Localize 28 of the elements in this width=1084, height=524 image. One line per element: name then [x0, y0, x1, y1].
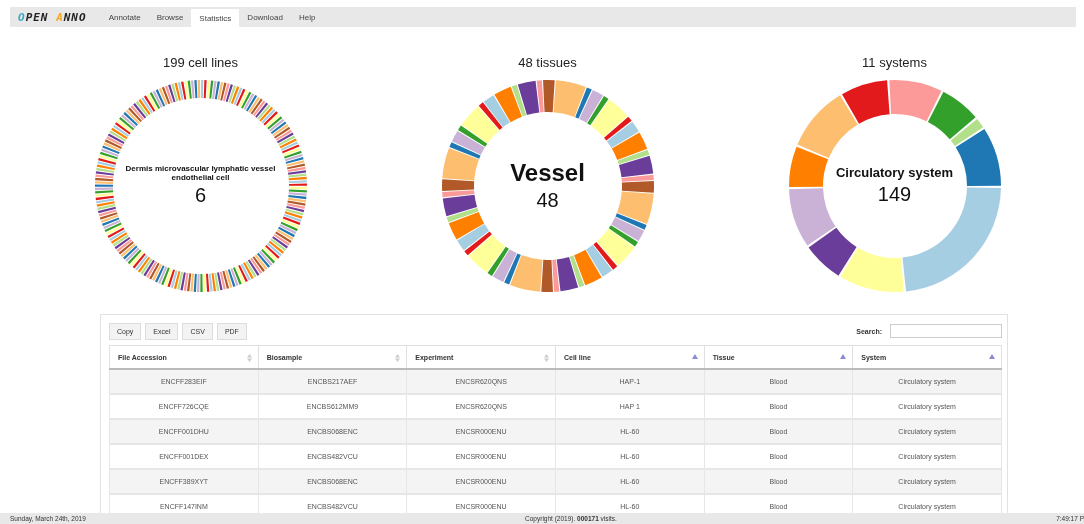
- center-value: 6: [194, 184, 207, 208]
- nav-tab[interactable]: Download: [239, 7, 291, 27]
- nav-tab[interactable]: Browse: [148, 7, 192, 27]
- center-label: Vessel: [510, 160, 585, 187]
- donut-slice: [808, 227, 857, 276]
- sort-icon: [246, 354, 252, 362]
- center-label: Dermis microvascular lymphatic vessel endothelial cell: [125, 164, 276, 183]
- donut-slice: [888, 80, 941, 122]
- sort-up-icon: [840, 354, 847, 359]
- sort-icon: [543, 354, 549, 362]
- logo-text: O: [18, 10, 26, 24]
- sort-up-icon: [989, 354, 995, 359]
- sort-icon: [395, 354, 401, 362]
- center-value: 48: [536, 188, 559, 212]
- logo-text: NNO: [63, 10, 87, 24]
- logo-text: PEN: [25, 10, 50, 24]
- chart-title: 11 systems: [862, 55, 927, 70]
- center-label: Circulatory system: [835, 166, 954, 181]
- chart-title: 48 tissues: [518, 55, 577, 70]
- sort-up-icon: [691, 354, 698, 359]
- nav-tab[interactable]: Help: [290, 7, 324, 27]
- nav-tab[interactable]: Annotate: [100, 7, 149, 27]
- center-value: 149: [877, 182, 912, 206]
- nav-tab[interactable]: Statistics: [191, 9, 240, 27]
- donut-slice: [788, 188, 835, 246]
- search-field[interactable]: [890, 324, 1002, 338]
- logo-text: A: [56, 10, 64, 24]
- chart-title: 199 cell lines: [162, 55, 239, 70]
